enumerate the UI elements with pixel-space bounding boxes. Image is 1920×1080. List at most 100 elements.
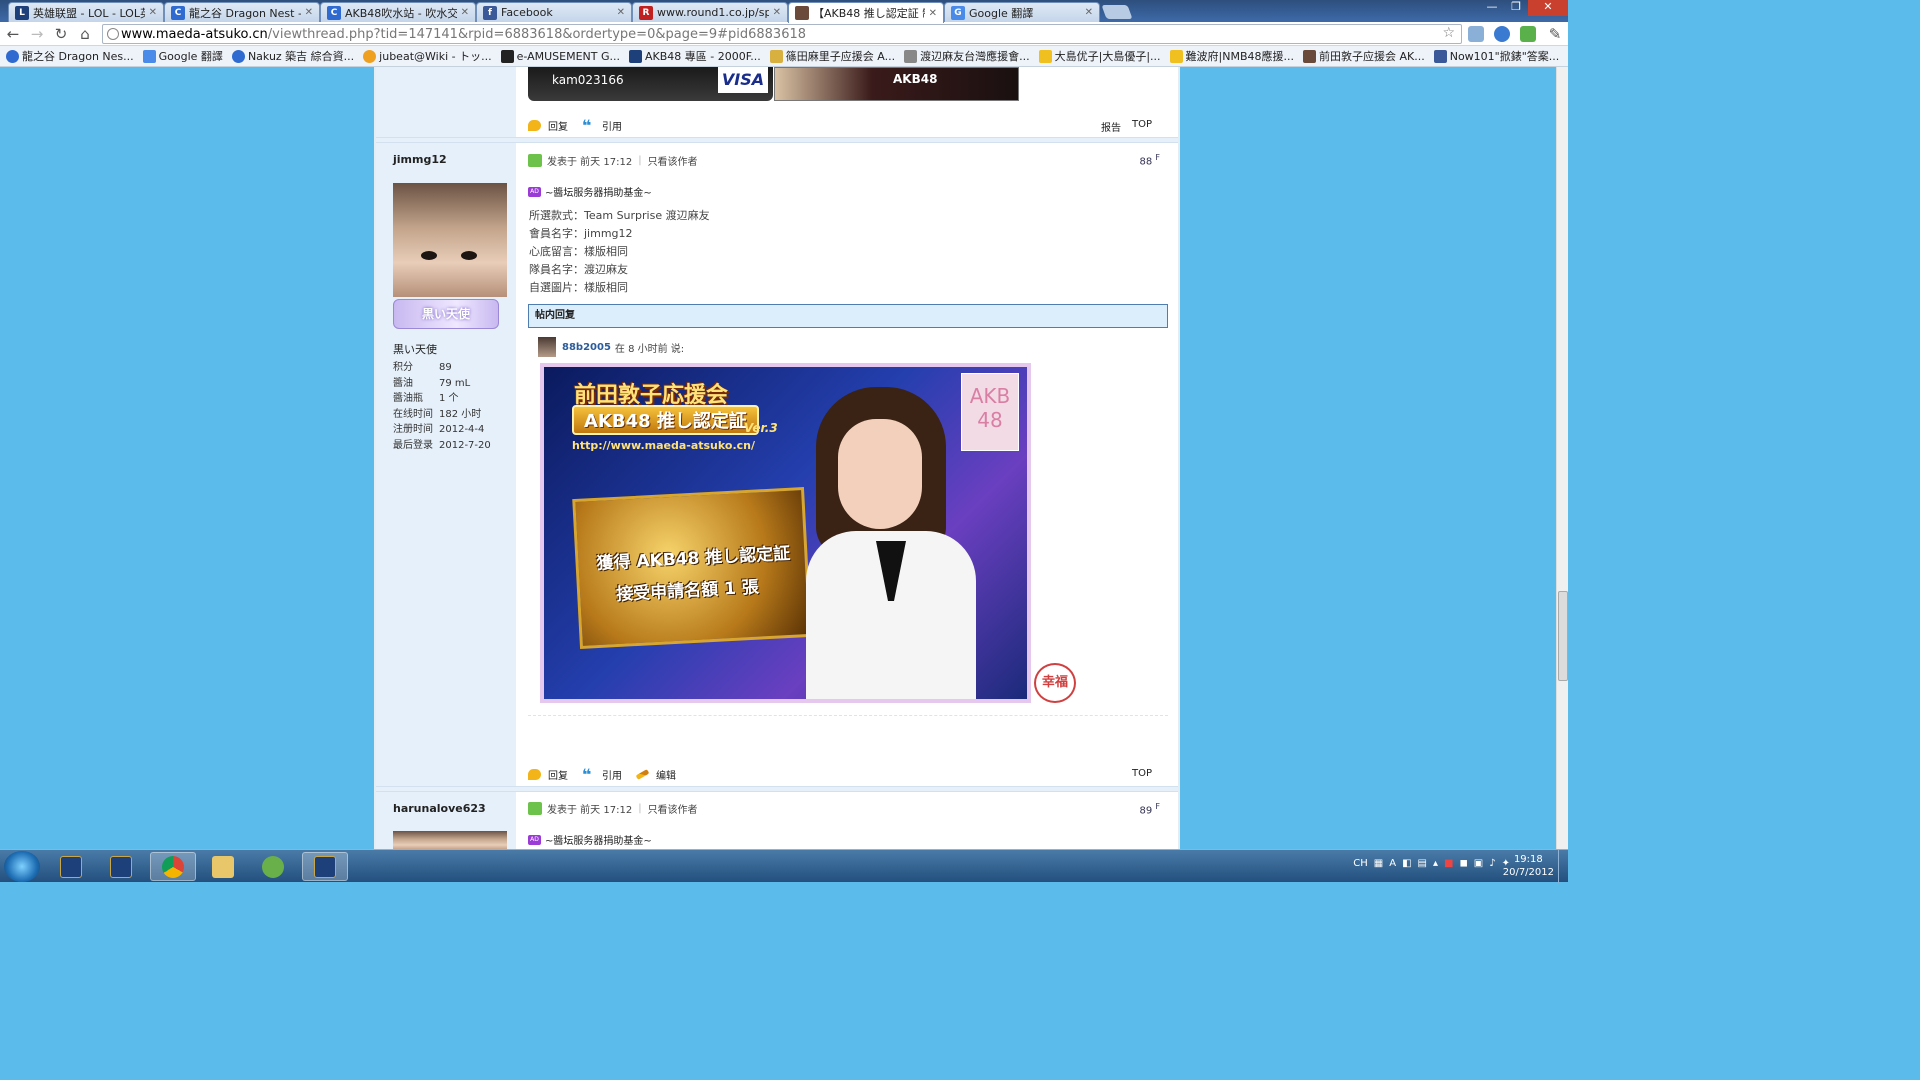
avatar[interactable] <box>393 183 507 297</box>
detail-line: 隊員名字：渡辺麻友 <box>529 263 628 276</box>
site-icon <box>795 6 809 20</box>
quote-icon: ❝ <box>582 765 592 784</box>
bookmark-star-icon[interactable]: ☆ <box>1442 25 1455 41</box>
post-author[interactable]: harunalove623 <box>393 802 486 815</box>
address-bar[interactable]: www.maeda-atsuko.cn/viewthread.php?tid=1… <box>102 24 1462 44</box>
bookmark-item[interactable]: 大島优子|大島優子|... <box>1038 48 1161 64</box>
antivirus-icon[interactable]: ■ <box>1444 858 1453 869</box>
reload-icon[interactable]: ↻ <box>52 25 70 43</box>
tab-dragon-nest[interactable]: C 龍之谷 Dragon Nest - Na ✕ <box>164 2 320 22</box>
avatar[interactable] <box>538 337 556 357</box>
start-button[interactable] <box>4 851 40 882</box>
bookmark-item[interactable]: 篠田麻里子应援会 A... <box>769 48 895 64</box>
post-meta: 发表于 前天 17:12 | 只看该作者 <box>528 151 698 169</box>
minimize-icon[interactable]: — <box>1480 0 1504 16</box>
taskbar-lol[interactable] <box>48 852 94 881</box>
bookmark-item[interactable]: Google 翻譯 <box>142 48 223 64</box>
window-controls: — ❐ ✕ <box>1480 0 1568 16</box>
avatar[interactable] <box>393 831 507 849</box>
floor-number[interactable]: 89 F <box>1139 802 1160 816</box>
bookmark-item[interactable]: Nakuz 築吉 綜合資... <box>231 48 354 64</box>
quote-button[interactable]: ❝ 引用 <box>582 765 622 784</box>
scrollbar-thumb[interactable] <box>1558 591 1568 681</box>
bookmark-item[interactable]: 難波府|NMB48應援... <box>1169 48 1294 64</box>
taskbar-chrome[interactable] <box>150 852 196 881</box>
tab-round1[interactable]: R www.round1.co.jp/speci ✕ <box>632 2 788 22</box>
report-link[interactable]: 报告 <box>1101 119 1121 134</box>
page-info-icon[interactable] <box>107 28 119 40</box>
reply-button[interactable]: 回复 <box>528 118 568 133</box>
ime-full-icon[interactable]: ◧ <box>1402 858 1411 869</box>
stat-row: 在线时间 182 小时 <box>393 408 482 420</box>
tray-expand-icon[interactable]: ▴ <box>1433 858 1438 869</box>
reply-button[interactable]: 回复 <box>528 767 568 782</box>
tray-app-icon[interactable]: ◼ <box>1459 858 1467 869</box>
oshi-certificate-banner[interactable]: 前田敦子応援会 AKB48 推し認定証 Ver.3 http://www.mae… <box>540 363 1031 703</box>
extension-icon[interactable] <box>1468 26 1484 42</box>
taskbar-lol-2[interactable] <box>98 852 144 881</box>
only-author-link[interactable]: 只看该作者 <box>648 801 698 816</box>
top-link[interactable]: TOP <box>1132 768 1152 779</box>
forward-arrow-icon[interactable]: → <box>28 25 46 43</box>
restore-icon[interactable]: ❐ <box>1504 0 1528 16</box>
clock[interactable]: 19:18 20/7/2012 <box>1503 853 1554 879</box>
clock-date: 20/7/2012 <box>1502 867 1554 878</box>
site-icon <box>1302 49 1316 63</box>
close-tab-icon[interactable]: ✕ <box>773 7 781 18</box>
tab-akb48-chat[interactable]: C AKB48吹水站 - 吹水交友 ✕ <box>320 2 476 22</box>
visa-logo: VISA <box>718 67 768 93</box>
page-scrollbar[interactable] <box>1556 67 1568 849</box>
back-arrow-icon[interactable]: ← <box>4 25 22 43</box>
close-tab-icon[interactable]: ✕ <box>461 7 469 18</box>
bookmark-item[interactable]: AKB48 專區 - 2000F... <box>628 48 761 64</box>
ime-mode-icon[interactable]: A <box>1389 858 1396 869</box>
detail-line: 心底留言：樣版相同 <box>529 245 628 258</box>
forum-thread: kam023166 VISA AKB48 回复 ❝ 引用 报告 TOP jimmg… <box>374 67 1180 849</box>
close-tab-icon[interactable]: ✕ <box>617 7 625 18</box>
tab-title: 【AKB48 推し認定証 制作 <box>813 7 925 20</box>
network-icon[interactable]: ▣ <box>1474 858 1483 869</box>
taskbar-lol-client[interactable] <box>302 852 348 881</box>
taskbar-explorer[interactable] <box>200 852 246 881</box>
extension-icon[interactable] <box>1520 26 1536 42</box>
bookmark-item[interactable]: e-AMUSEMENT G... <box>500 49 620 63</box>
close-window-icon[interactable]: ✕ <box>1528 0 1568 16</box>
home-icon[interactable]: ⌂ <box>76 25 94 43</box>
new-tab-button[interactable] <box>1101 5 1133 19</box>
quote-header: 帖内回复 <box>528 304 1168 328</box>
top-link[interactable]: TOP <box>1132 119 1152 134</box>
fund-link[interactable]: AD ~醬坛服务器捐助基金~ <box>528 184 652 199</box>
tab-facebook[interactable]: f Facebook ✕ <box>476 2 632 22</box>
language-indicator[interactable]: CH <box>1353 858 1368 869</box>
wrench-menu-icon[interactable]: ✎ <box>1546 25 1564 43</box>
close-tab-icon[interactable]: ✕ <box>149 7 157 18</box>
floor-number[interactable]: 88 F <box>1139 153 1160 167</box>
volume-icon[interactable]: ♪ <box>1489 858 1495 869</box>
quoter-name[interactable]: 88b2005 <box>562 342 611 353</box>
ime-settings-icon[interactable]: ▤ <box>1418 858 1427 869</box>
show-desktop-button[interactable] <box>1558 850 1568 883</box>
bookmark-item[interactable]: jubeat@Wiki - トッ... <box>363 48 492 64</box>
ime-icon[interactable]: ▦ <box>1374 858 1383 869</box>
tab-lol[interactable]: L 英雄联盟 - LOL - LOL英雄 ✕ <box>8 2 164 22</box>
tab-google-translate[interactable]: G Google 翻譯 ✕ <box>944 2 1100 22</box>
post-right-actions: 报告 TOP <box>1090 119 1152 134</box>
bookmark-item[interactable]: Now101"掀錶"答案... <box>1433 48 1559 64</box>
post-author[interactable]: jimmg12 <box>393 153 447 166</box>
rank-title: 黒い天使 <box>393 343 437 356</box>
bookmark-item[interactable]: 龍之谷 Dragon Nes... <box>6 48 134 64</box>
fund-link[interactable]: AD ~醬坛服务器捐助基金~ <box>528 832 652 847</box>
close-tab-icon[interactable]: ✕ <box>929 8 937 19</box>
extension-icon[interactable] <box>1494 26 1510 42</box>
tab-akb48-oshi[interactable]: 【AKB48 推し認定証 制作 ✕ <box>788 2 944 23</box>
bookmark-item[interactable]: 渡辺麻友台灣應援會... <box>904 48 1030 64</box>
close-tab-icon[interactable]: ✕ <box>305 7 313 18</box>
edit-button[interactable]: 编辑 <box>635 767 676 782</box>
quote-button[interactable]: ❝ 引用 <box>582 118 622 134</box>
bookmark-item[interactable]: 前田敦子应援会 AK... <box>1302 48 1425 64</box>
only-author-link[interactable]: 只看该作者 <box>648 153 698 168</box>
post-actions: 回复 ❝ 引用 <box>528 118 636 134</box>
taskbar-messenger[interactable] <box>250 852 296 881</box>
site-icon: C <box>171 5 185 20</box>
close-tab-icon[interactable]: ✕ <box>1085 7 1093 18</box>
